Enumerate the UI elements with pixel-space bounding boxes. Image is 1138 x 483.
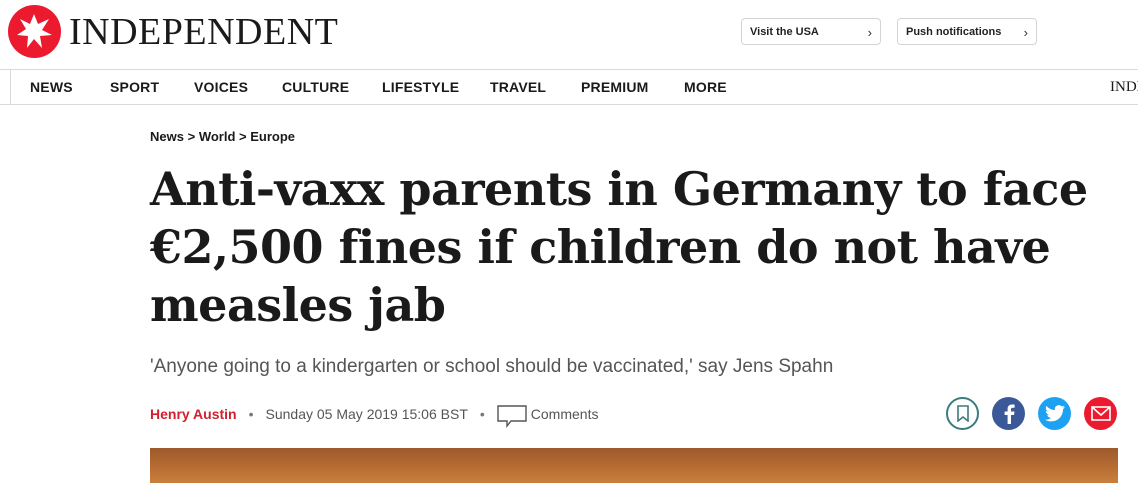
breadcrumb: News > World > Europe	[150, 129, 295, 144]
main-nav: NEWS SPORT VOICES CULTURE LIFESTYLE TRAV…	[0, 69, 1138, 105]
publish-date: Sunday 05 May 2019 15:06 BST	[265, 406, 468, 422]
nav-item-lifestyle[interactable]: LIFESTYLE	[382, 79, 459, 95]
comments-link[interactable]: Comments	[531, 406, 599, 422]
byline: Henry Austin • Sunday 05 May 2019 15:06 …	[150, 404, 599, 428]
nav-divider	[10, 70, 11, 104]
byline-separator: •	[248, 406, 254, 422]
visit-usa-button[interactable]: Visit the USA ›	[741, 18, 881, 45]
eagle-logo-icon	[8, 5, 61, 58]
author-link[interactable]: Henry Austin	[150, 406, 237, 422]
comment-bubble-icon[interactable]	[497, 404, 527, 428]
article-standfirst: 'Anyone going to a kindergarten or schoo…	[150, 356, 834, 377]
breadcrumb-world[interactable]: World	[199, 129, 236, 144]
bookmark-button[interactable]	[946, 397, 979, 430]
breadcrumb-separator: >	[239, 129, 247, 144]
push-notifications-button[interactable]: Push notifications ›	[897, 18, 1037, 45]
twitter-icon	[1044, 405, 1065, 422]
breadcrumb-europe[interactable]: Europe	[250, 129, 295, 144]
nav-item-voices[interactable]: VOICES	[194, 79, 248, 95]
breadcrumb-news[interactable]: News	[150, 129, 184, 144]
nav-brand-truncated[interactable]: INDEPENDENT	[1110, 79, 1138, 96]
email-icon	[1090, 406, 1111, 421]
nav-item-sport[interactable]: SPORT	[110, 79, 159, 95]
hero-image	[150, 448, 1118, 483]
visit-usa-label: Visit the USA	[750, 25, 819, 38]
nav-item-news[interactable]: NEWS	[30, 79, 73, 95]
chevron-right-icon: ›	[867, 25, 872, 40]
chevron-right-icon: ›	[1023, 25, 1028, 40]
site-logo[interactable]: INDEPENDENT	[8, 5, 338, 58]
facebook-share-button[interactable]	[992, 397, 1025, 430]
bookmark-icon	[956, 405, 969, 422]
nav-item-travel[interactable]: TRAVEL	[490, 79, 546, 95]
byline-separator: •	[479, 406, 485, 422]
email-share-button[interactable]	[1084, 397, 1117, 430]
nav-item-more[interactable]: MORE	[684, 79, 727, 95]
twitter-share-button[interactable]	[1038, 397, 1071, 430]
article-headline: Anti-vaxx parents in Germany to face €2,…	[150, 162, 1088, 332]
brand-name: INDEPENDENT	[69, 10, 339, 53]
breadcrumb-separator: >	[187, 129, 196, 144]
nav-item-culture[interactable]: CULTURE	[282, 79, 349, 95]
facebook-icon	[1004, 404, 1015, 424]
nav-item-premium[interactable]: PREMIUM	[581, 79, 649, 95]
push-notifications-label: Push notifications	[906, 25, 1002, 38]
site-header: INDEPENDENT Visit the USA › Push notific…	[0, 0, 1138, 69]
